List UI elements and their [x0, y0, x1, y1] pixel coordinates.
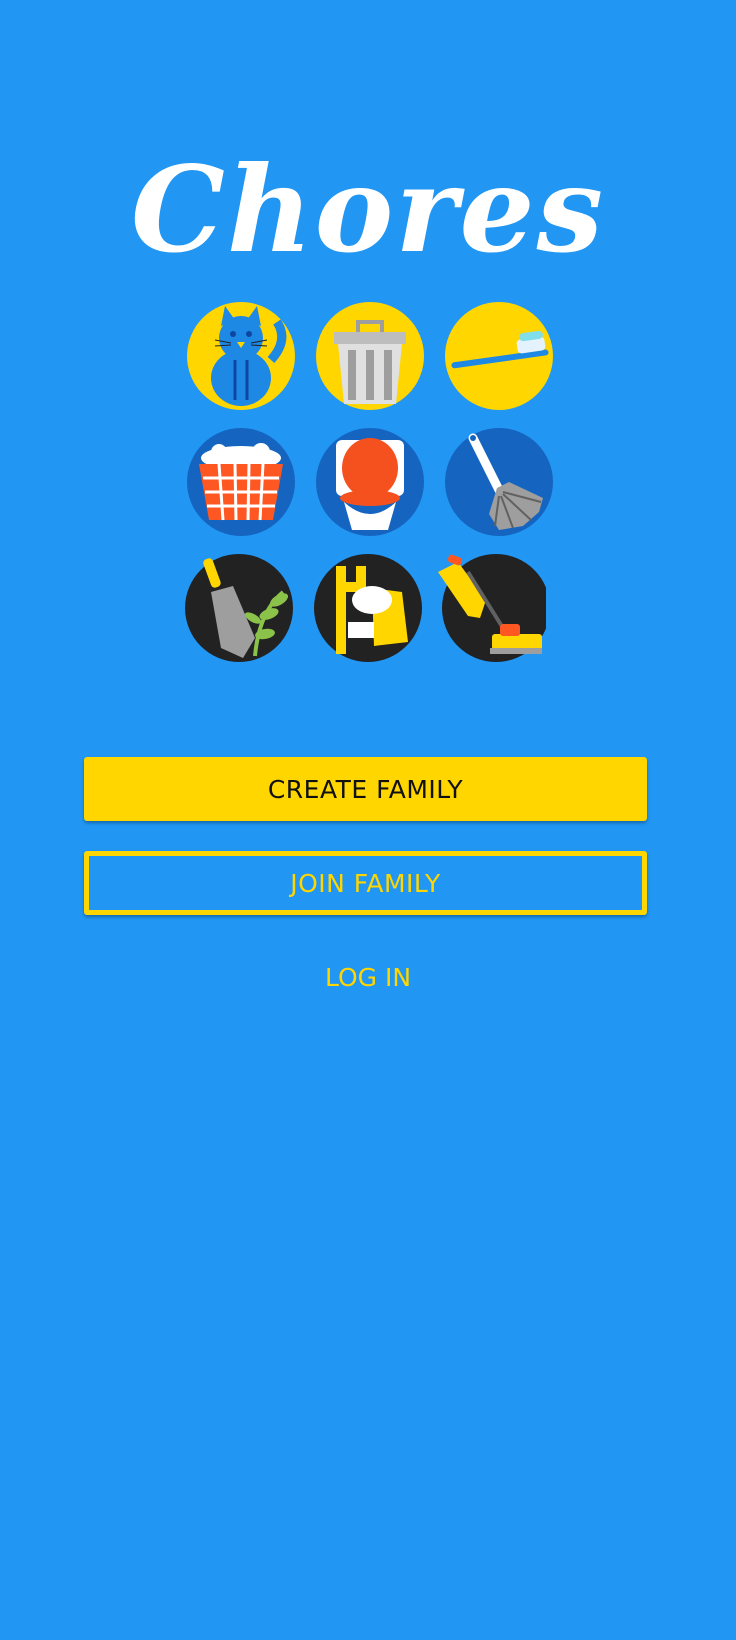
- welcome-screen: Chores CREATE FAMILY JOIN FAMILY LOG IN: [0, 0, 736, 1640]
- laundry-basket-icon: [185, 426, 297, 538]
- vacuum-cleaner-icon: [434, 552, 546, 664]
- cat-icon: [185, 300, 297, 412]
- chore-icon-grid: [180, 300, 560, 670]
- log-in-button[interactable]: LOG IN: [268, 950, 468, 1004]
- toothbrush-icon: [443, 300, 555, 412]
- trash-can-icon: [314, 300, 426, 412]
- app-title: Chores: [130, 140, 606, 279]
- join-family-button[interactable]: JOIN FAMILY: [84, 851, 647, 915]
- duster-icon: [443, 426, 555, 538]
- create-family-button[interactable]: CREATE FAMILY: [84, 757, 647, 821]
- toilet-icon: [314, 426, 426, 538]
- dishes-icon: [312, 552, 424, 664]
- garden-trowel-icon: [183, 552, 295, 664]
